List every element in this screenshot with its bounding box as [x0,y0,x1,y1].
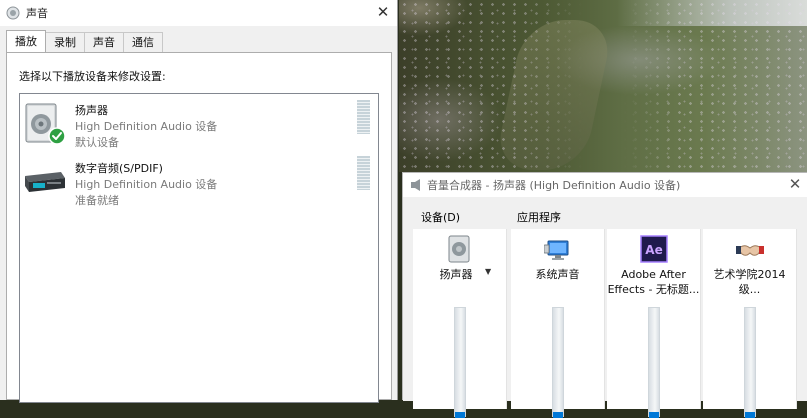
volume-slider-after-effects[interactable] [647,307,660,418]
speaker-icon [25,103,66,145]
playback-device-list: 扬声器 High Definition Audio 设备 默认设备 数字音频(S… [19,93,379,403]
slider-thumb[interactable] [454,412,465,418]
device-item-speakers[interactable]: 扬声器 High Definition Audio 设备 默认设备 [20,96,360,152]
desktop-wallpaper [399,0,807,172]
svg-text:Ae: Ae [645,243,662,257]
mixer-column-after-effects: Ae Adobe After Effects - 无标题... [607,229,701,418]
wallpaper-flowers [399,0,807,172]
tab-recording[interactable]: 录制 [45,32,85,52]
device-status: 默认设备 [75,136,119,149]
chevron-down-icon[interactable]: ▼ [485,267,491,276]
volume-mixer-window: 音量合成器 - 扬声器 (High Definition Audio 设备) ✕… [402,172,807,418]
sound-window-title: 声音 [26,7,48,20]
tab-playback[interactable]: 播放 [6,30,46,52]
mixer-system-sounds-label: 系统声音 [535,268,580,281]
playback-panel: 选择以下播放设备来修改设置: 扬声器 High Definition Audio… [6,52,392,403]
device-status: 准备就绪 [75,194,119,207]
digital-audio-icon [25,172,65,192]
mixer-column-system-sounds: 系统声音 [511,229,605,418]
volume-slider-speakers[interactable] [453,307,466,418]
level-meter-speakers [357,100,370,134]
speaker-icon [411,179,420,191]
sound-window: 声音 ✕ 播放 录制 声音 通信 选择以下播放设备来修改设置: 扬声器 High… [0,0,398,403]
ae-label-line2: Effects - 无标题... [607,283,700,296]
mixer-body: 设备(D) 应用程序 扬声器 ▼ 系统声音 Ae Adobe After Eff… [403,197,807,418]
mixer-titlebar: 音量合成器 - 扬声器 (High Definition Audio 设备) ✕ [403,173,807,197]
device-name: 数字音频(S/PDIF) [75,162,163,175]
slider-thumb[interactable] [744,412,755,418]
tab-sounds[interactable]: 声音 [84,32,124,52]
volume-slider-system-sounds[interactable] [551,307,564,418]
device-driver: High Definition Audio 设备 [75,120,218,133]
app-handshake-icon[interactable] [735,235,764,263]
after-effects-icon[interactable]: Ae [639,235,668,263]
speaker-icon[interactable] [446,235,474,263]
volume-slider-app[interactable] [743,307,756,418]
device-name: 扬声器 [75,104,108,117]
system-sounds-icon[interactable] [543,235,572,263]
ae-label-line1: Adobe After [621,268,686,281]
mixer-column-speakers: 扬声器 ▼ [413,229,507,418]
mixer-window-title: 音量合成器 - 扬声器 (High Definition Audio 设备) [427,179,681,192]
playback-instruction: 选择以下播放设备来修改设置: [19,70,166,83]
sound-app-icon [6,6,20,20]
device-item-spdif[interactable]: 数字音频(S/PDIF) High Definition Audio 设备 准备… [20,154,360,210]
mixer-app-label: 艺术学院2014级... [713,268,786,296]
device-driver: High Definition Audio 设备 [75,178,218,191]
sound-tabs: 播放 录制 声音 通信 [6,30,163,52]
apps-group-label: 应用程序 [517,211,561,224]
mixer-column-app: 艺术学院2014级... [703,229,797,418]
tab-communications[interactable]: 通信 [123,32,163,52]
sound-titlebar: 声音 ✕ [0,0,397,26]
level-meter-spdif [357,156,370,190]
slider-thumb[interactable] [648,412,659,418]
mixer-close-button[interactable]: ✕ [785,174,805,194]
slider-thumb[interactable] [552,412,563,418]
device-group-label: 设备(D) [421,211,461,224]
mixer-after-effects-label: Adobe After Effects - 无标题... [607,267,700,297]
sound-close-button[interactable]: ✕ [373,2,393,22]
